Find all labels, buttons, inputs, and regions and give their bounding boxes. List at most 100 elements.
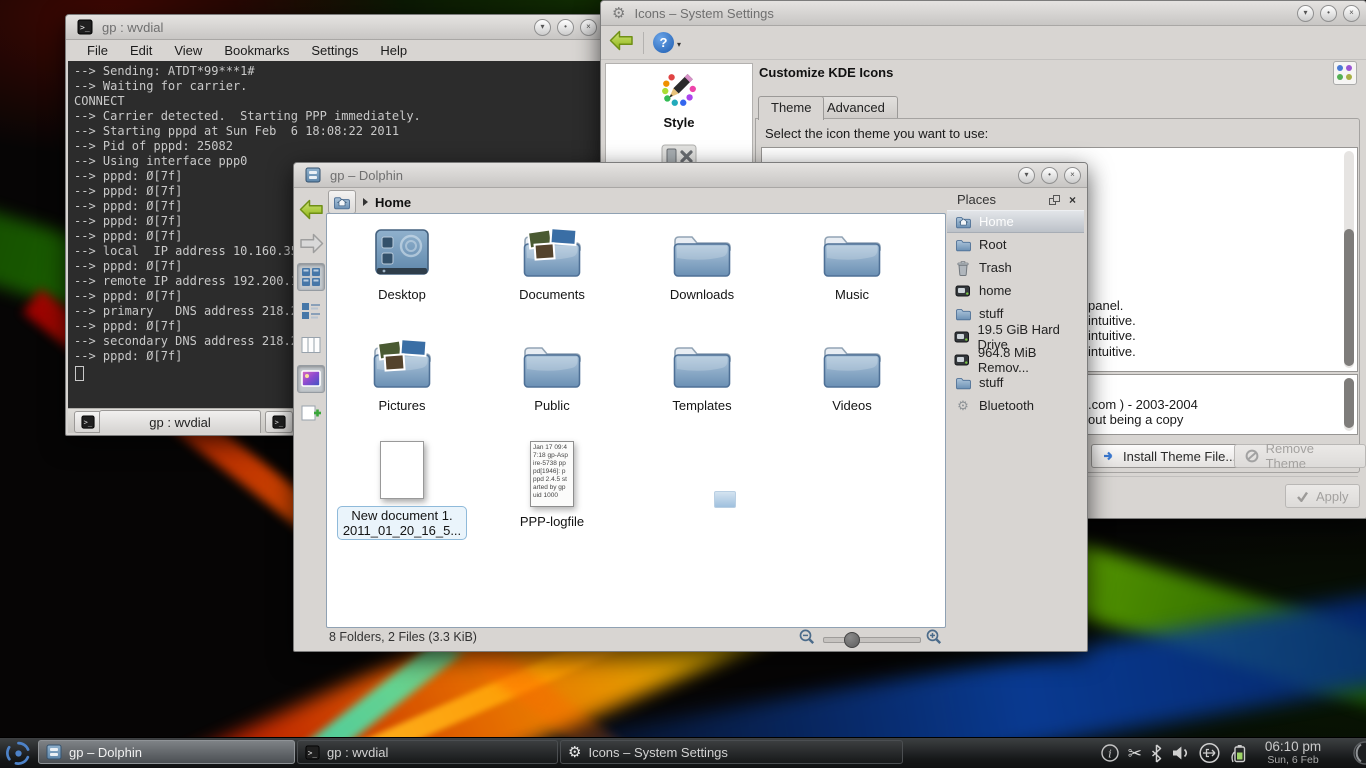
places-item-trash[interactable]: Trash bbox=[947, 256, 1084, 279]
maximize-button[interactable]: • bbox=[1041, 167, 1058, 184]
folder-icon bbox=[821, 224, 883, 280]
file-item-new-document-1[interactable]: New document 1. 2011_01_20_16_5... bbox=[332, 437, 472, 540]
places-item-label: Root bbox=[979, 237, 1006, 252]
close-button[interactable]: × bbox=[1064, 167, 1081, 184]
konsole-titlebar[interactable]: >_ gp : wvdial ▾ • × bbox=[66, 15, 603, 40]
file-item-ppp-logfile[interactable]: Jan 17 09:4 7:18 gp-Asp ire-5738 pp pd[1… bbox=[482, 437, 622, 529]
dolphin-titlebar[interactable]: gp – Dolphin ▾ • × bbox=[294, 163, 1087, 188]
menu-view[interactable]: View bbox=[163, 43, 213, 58]
system-settings-titlebar[interactable]: ⚙ Icons – System Settings ▾ • × bbox=[601, 1, 1366, 26]
file-item-label: Music bbox=[835, 287, 869, 302]
zoom-in-icon[interactable] bbox=[926, 629, 942, 648]
desktop: >_ gp : wvdial ▾ • × FileEditViewBookmar… bbox=[0, 0, 1366, 768]
clock[interactable]: 06:10 pm Sun, 6 Feb bbox=[1256, 740, 1330, 766]
clock-date: Sun, 6 Feb bbox=[1256, 754, 1330, 766]
terminal-icon: >_ bbox=[77, 19, 93, 35]
columns-view-button[interactable] bbox=[297, 331, 325, 359]
float-panel-icon[interactable] bbox=[1049, 195, 1060, 205]
file-item-music[interactable]: Music bbox=[782, 224, 922, 302]
scrollbar-thumb[interactable] bbox=[1344, 378, 1354, 428]
style-icon bbox=[661, 95, 697, 112]
close-button[interactable]: × bbox=[580, 19, 597, 36]
konsole-tab[interactable]: gp : wvdial bbox=[99, 410, 261, 433]
places-item-bluetooth[interactable]: ⚙Bluetooth bbox=[947, 394, 1084, 417]
no-entry-icon bbox=[1245, 449, 1259, 463]
menu-file[interactable]: File bbox=[76, 43, 119, 58]
file-item-pictures[interactable]: Pictures bbox=[332, 335, 472, 413]
dolphin-statusbar: 8 Folders, 2 Files (3.3 KiB) bbox=[296, 625, 1085, 649]
tray-battery-icon[interactable] bbox=[1229, 743, 1248, 764]
remove-theme-button[interactable]: Remove Theme bbox=[1234, 444, 1366, 468]
menu-bookmarks[interactable]: Bookmarks bbox=[213, 43, 300, 58]
install-theme-file-button[interactable]: Install Theme File... bbox=[1091, 444, 1247, 468]
file-item-public[interactable]: Public bbox=[482, 335, 622, 413]
tray-usb-icon[interactable] bbox=[1198, 742, 1221, 764]
file-item-videos[interactable]: Videos bbox=[782, 335, 922, 413]
file-item-label: Public bbox=[534, 398, 569, 413]
breadcrumb-home-button[interactable] bbox=[328, 190, 356, 214]
places-item-root[interactable]: Root bbox=[947, 233, 1084, 256]
zoom-slider-handle[interactable] bbox=[844, 632, 860, 648]
file-item-documents[interactable]: Documents bbox=[482, 224, 622, 302]
breadcrumb-home-label[interactable]: Home bbox=[375, 195, 411, 210]
sidebar-item-style[interactable]: Style bbox=[606, 64, 752, 177]
places-item-964-8-mib-remov[interactable]: 964.8 MiB Remov... bbox=[947, 348, 1084, 371]
help-button[interactable]: ? ▾ bbox=[653, 32, 681, 53]
zoom-out-icon[interactable] bbox=[799, 629, 815, 648]
places-item-home[interactable]: Home bbox=[947, 210, 1084, 233]
close-button[interactable]: × bbox=[1343, 5, 1360, 22]
task-gp-dolphin[interactable]: gp – Dolphin bbox=[38, 740, 295, 764]
places-panel-header[interactable]: Places × bbox=[947, 189, 1084, 210]
minimize-button[interactable]: ▾ bbox=[534, 19, 551, 36]
places-item-label: Bluetooth bbox=[979, 398, 1034, 413]
tray-bluetooth-icon[interactable] bbox=[1150, 744, 1163, 763]
close-panel-icon[interactable]: × bbox=[1069, 193, 1076, 207]
tab-list-button[interactable]: >_ bbox=[265, 411, 293, 433]
scrollbar[interactable] bbox=[1344, 151, 1354, 368]
tab-advanced[interactable]: Advanced bbox=[814, 96, 898, 119]
folder-icon bbox=[671, 335, 733, 391]
minimize-button[interactable]: ▾ bbox=[1018, 167, 1035, 184]
new-tab-button[interactable]: >_ bbox=[74, 411, 102, 433]
svg-text:>_: >_ bbox=[275, 419, 284, 427]
back-button[interactable] bbox=[297, 195, 325, 223]
tray-klipper-icon[interactable]: ✂ bbox=[1128, 745, 1142, 762]
file-item-templates[interactable]: Templates bbox=[632, 335, 772, 413]
forward-button[interactable] bbox=[297, 229, 325, 257]
file-item-desktop[interactable]: Desktop bbox=[332, 224, 472, 302]
folder-icon bbox=[821, 335, 883, 391]
folder-icon bbox=[671, 224, 733, 280]
icons-view-button[interactable] bbox=[297, 263, 325, 291]
places-item-home[interactable]: home bbox=[947, 279, 1084, 302]
task-gp-wvdial[interactable]: >_gp : wvdial bbox=[297, 740, 558, 764]
maximize-button[interactable]: • bbox=[1320, 5, 1337, 22]
places-item-label: Home bbox=[979, 214, 1014, 229]
apply-button[interactable]: Apply bbox=[1285, 484, 1360, 508]
zoom-slider[interactable] bbox=[823, 637, 921, 643]
dolphin-icon bbox=[46, 744, 62, 760]
scrollbar[interactable] bbox=[1344, 378, 1354, 431]
folder-photos-icon bbox=[371, 335, 433, 391]
file-item-downloads[interactable]: Downloads bbox=[632, 224, 772, 302]
split-view-button[interactable] bbox=[297, 399, 325, 427]
file-item-label: PPP-logfile bbox=[520, 514, 584, 529]
remove-theme-label: Remove Theme bbox=[1266, 441, 1355, 471]
tray-volume-icon[interactable] bbox=[1171, 745, 1190, 761]
dolphin-view[interactable]: Desktop Documents Downloads Music Pictur… bbox=[326, 213, 946, 628]
details-view-button[interactable] bbox=[297, 297, 325, 325]
dolphin-window: gp – Dolphin ▾ • × Home bbox=[293, 162, 1088, 652]
panel-cashew-icon[interactable] bbox=[1349, 739, 1366, 768]
back-button[interactable] bbox=[609, 30, 634, 56]
maximize-button[interactable]: • bbox=[557, 19, 574, 36]
minimize-button[interactable]: ▾ bbox=[1297, 5, 1314, 22]
menu-edit[interactable]: Edit bbox=[119, 43, 163, 58]
app-launcher-button[interactable] bbox=[2, 739, 35, 767]
task-icons-system-settings[interactable]: ⚙Icons – System Settings bbox=[560, 740, 903, 764]
menu-settings[interactable]: Settings bbox=[300, 43, 369, 58]
preview-toggle-button[interactable] bbox=[297, 365, 325, 393]
tab-theme[interactable]: Theme bbox=[758, 96, 824, 120]
scrollbar-thumb[interactable] bbox=[1344, 229, 1354, 366]
menu-help[interactable]: Help bbox=[369, 43, 418, 58]
svg-text:>_: >_ bbox=[84, 419, 93, 427]
tray-info-icon[interactable]: i bbox=[1100, 743, 1120, 763]
